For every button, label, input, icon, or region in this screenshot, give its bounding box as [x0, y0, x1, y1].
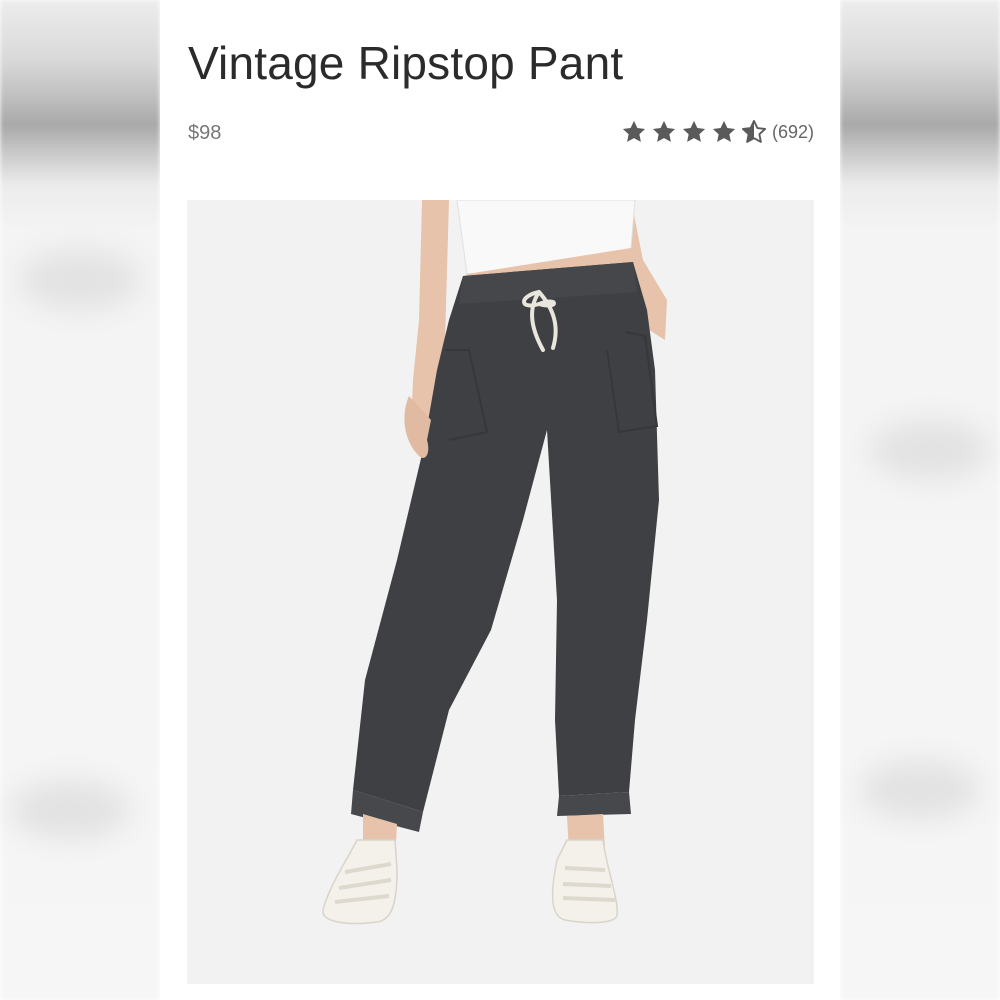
rating[interactable]: (692): [620, 118, 814, 146]
review-count[interactable]: (692): [772, 122, 814, 143]
product-photo: [187, 200, 814, 984]
star-icon: [650, 118, 678, 146]
product-title: Vintage Ripstop Pant: [188, 37, 624, 89]
product-card: Vintage Ripstop Pant $98 (692): [160, 0, 840, 1000]
star-icon: [710, 118, 738, 146]
star-icon: [620, 118, 648, 146]
star-icon: [680, 118, 708, 146]
backdrop-right: [840, 0, 1000, 1000]
star-half-icon: [740, 118, 768, 146]
product-price: $98: [188, 122, 222, 144]
product-photo-illustration: [187, 200, 814, 984]
backdrop-left: [0, 0, 160, 1000]
